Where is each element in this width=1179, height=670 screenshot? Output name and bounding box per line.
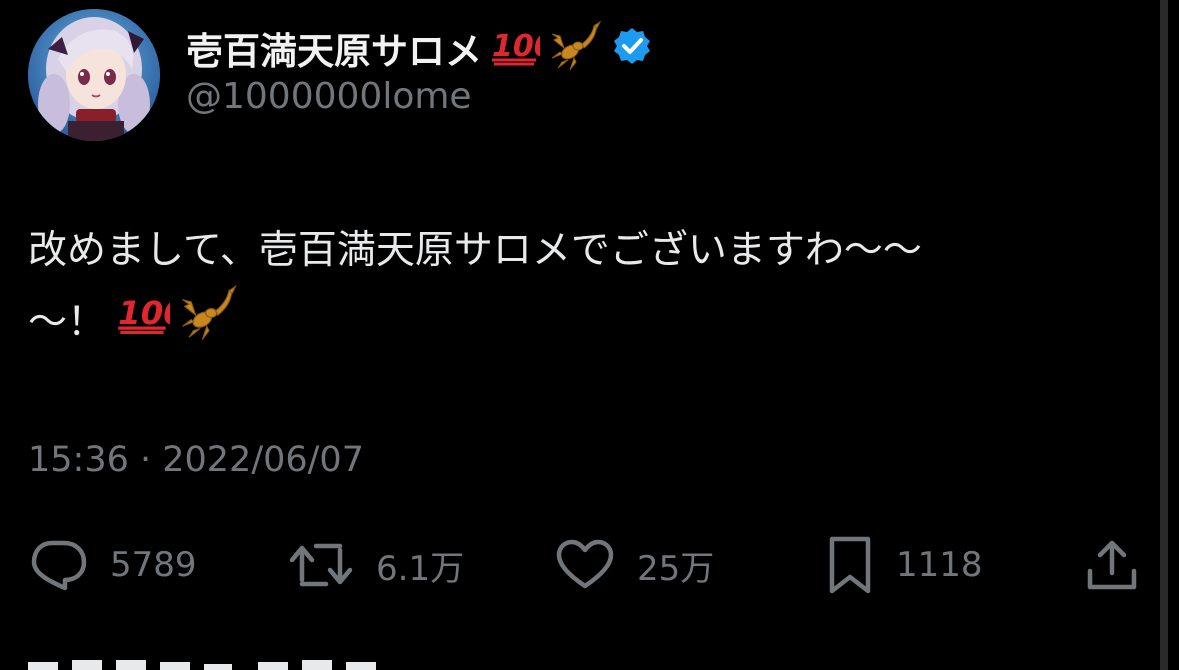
reply-button[interactable]: 5789 [28,530,197,600]
heart-icon [556,539,614,589]
verified-badge-icon[interactable] [612,26,652,70]
user-name-row[interactable]: 壱百満天原サロメ 100 [186,20,652,76]
like-button[interactable]: 25万 [555,530,714,600]
share-button[interactable] [1084,530,1140,600]
retweet-count: 6.1万 [376,548,465,589]
tweet-text: 改めまして、壱百満天原サロメでございますわ〜〜 〜！ 100 [28,220,1138,363]
display-name[interactable]: 壱百満天原サロメ [186,21,482,75]
reply-icon [31,540,87,591]
scorpion-icon [178,282,240,363]
next-section-partial [28,652,428,670]
user-handle[interactable]: @1000000lome [186,76,472,117]
like-count: 25万 [637,548,715,589]
hundred-points-icon: 100 [116,291,186,354]
scorpion-icon [548,18,604,78]
bookmark-count: 1118 [896,545,983,585]
bookmark-icon [829,536,871,594]
retweet-icon [289,543,353,587]
svg-text:100: 100 [118,294,170,332]
tweet-line-1: 改めまして、壱百満天原サロメでございますわ〜〜 [28,228,922,273]
action-bar: 5789 6.1万 25万 1118 [0,530,1179,600]
avatar-image [28,9,160,141]
tweet-line-2-text: 〜！ [28,299,107,345]
avatar[interactable] [28,9,160,141]
reply-count: 5789 [110,545,197,585]
retweet-button[interactable]: 6.1万 [288,530,464,600]
tweet-line-2: 〜！ 100 [28,282,1138,363]
share-icon [1087,540,1137,590]
bookmark-button[interactable]: 1118 [826,530,983,600]
hundred-points-icon: 100 [490,26,555,70]
tweet-timestamp[interactable]: 15:36 · 2022/06/07 [28,440,364,480]
